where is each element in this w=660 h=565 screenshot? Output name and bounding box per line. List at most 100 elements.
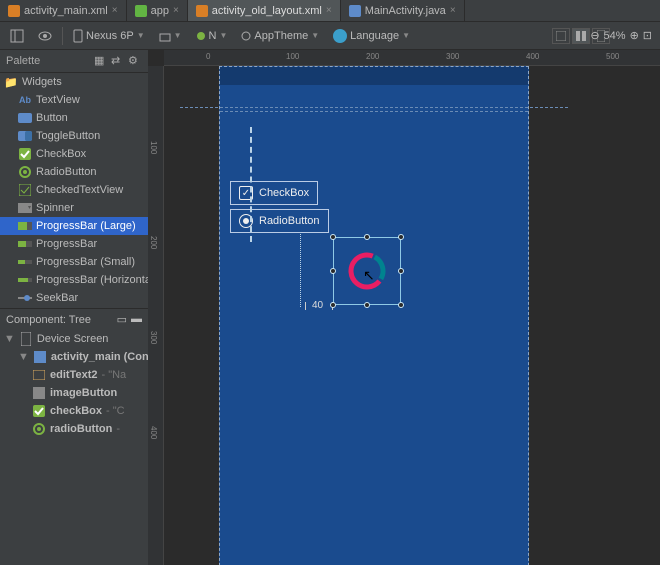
comp-child[interactable]: editText2 - "Na <box>0 366 148 384</box>
ruler-horizontal: 0100200300400500600 <box>164 50 660 66</box>
comp-layout[interactable]: ▼ activity_main (Con <box>0 348 148 366</box>
component-tree-header: Component: Tree ▭ ▬ <box>0 308 148 330</box>
sidebar: Palette ▦ ⇄ ⚙ 📁WidgetsAbTextView Button To… <box>0 50 148 565</box>
design-toolbar: Nexus 6P▼ ▼ N▼ AppTheme▼ Language▼ ⊖ 54%… <box>0 22 660 50</box>
view-mode-icon[interactable]: ▦ <box>94 54 108 68</box>
widget-icon <box>18 183 32 197</box>
eye-icon[interactable] <box>34 26 56 46</box>
widget-icon <box>18 165 32 179</box>
layout-mode-2[interactable] <box>572 28 590 44</box>
zoom-in-icon[interactable]: ⊕ <box>630 29 639 42</box>
close-icon[interactable]: × <box>173 5 179 16</box>
palette-toggle[interactable] <box>6 26 28 46</box>
guide-vertical <box>250 127 252 242</box>
device-frame: ✓ CheckBox RadioButton 40 <box>219 66 529 565</box>
filetype-icon <box>349 5 361 17</box>
widget-icon <box>18 147 32 161</box>
close-icon[interactable]: × <box>112 5 118 16</box>
widget-label: ProgressBar (Horizonta <box>36 274 148 286</box>
widget-item[interactable]: Button <box>0 109 148 127</box>
filetype-icon <box>8 5 20 17</box>
widget-item[interactable]: ToggleButton <box>0 127 148 145</box>
dimension-bracket: 40 <box>305 302 333 310</box>
widget-item[interactable]: CheckBox <box>0 145 148 163</box>
api-select[interactable]: N▼ <box>192 30 232 42</box>
ruler-vertical: 100200300400 <box>148 66 164 565</box>
widget-icon <box>18 237 32 251</box>
settings-icon[interactable]: ⇄ <box>111 54 125 68</box>
tab-label: activity_main.xml <box>24 5 108 17</box>
widget-item[interactable]: RadioButton <box>0 163 148 181</box>
editor-tabs: activity_main.xml×app×activity_old_layou… <box>0 0 660 22</box>
widget-label: ToggleButton <box>36 130 100 142</box>
checkbox-widget[interactable]: ✓ CheckBox <box>230 181 318 205</box>
progress-ring-icon <box>345 249 389 293</box>
zoom-fit-icon[interactable]: ⊡ <box>643 29 652 42</box>
widget-label: ProgressBar (Small) <box>36 256 135 268</box>
widget-icon <box>18 255 32 269</box>
component-icon <box>32 386 46 400</box>
filetype-icon <box>135 5 147 17</box>
widget-label: SeekBar <box>36 292 78 304</box>
globe-icon <box>333 29 347 43</box>
close-icon[interactable]: × <box>326 5 332 16</box>
widget-label: CheckedTextView <box>36 184 123 196</box>
widget-label: Spinner <box>36 202 74 214</box>
zoom-out-icon[interactable]: ⊖ <box>590 29 599 42</box>
widget-item[interactable]: ProgressBar <box>0 235 148 253</box>
component-icon <box>32 404 46 418</box>
comp-child[interactable]: checkBox - "C <box>0 402 148 420</box>
design-surface[interactable]: 0100200300400500600 100200300400 ✓ Check… <box>148 50 660 565</box>
progressbar-large-widget[interactable]: ↖ <box>333 237 401 305</box>
comp-child[interactable]: radioButton - <box>0 420 148 438</box>
widget-item[interactable]: SeekBar <box>0 289 148 307</box>
widget-icon <box>18 219 32 233</box>
comp-child[interactable]: imageButton <box>0 384 148 402</box>
widget-label: CheckBox <box>36 148 86 160</box>
widget-icon <box>18 201 32 215</box>
component-icon <box>32 368 46 382</box>
widget-item[interactable]: ProgressBar (Horizonta <box>0 271 148 289</box>
folder-icon: 📁 <box>4 75 18 89</box>
widget-item[interactable]: ProgressBar (Large) <box>0 217 148 235</box>
tab-label: activity_old_layout.xml <box>212 5 322 17</box>
palette-tree: 📁WidgetsAbTextView Button ToggleButton Chec… <box>0 73 148 308</box>
collapse-icon[interactable]: ▭ <box>117 313 127 326</box>
widget-label: Button <box>36 112 68 124</box>
device-select[interactable]: Nexus 6P▼ <box>69 29 149 43</box>
orientation-select[interactable]: ▼ <box>155 30 186 42</box>
editor-tab[interactable]: activity_main.xml × <box>0 0 127 21</box>
close-panel-icon[interactable]: ▬ <box>131 313 142 326</box>
component-tree: ▼ Device Screen▼ activity_main (ConeditT… <box>0 330 148 565</box>
theme-select[interactable]: AppTheme▼ <box>237 30 323 42</box>
zoom-level: 54% <box>604 30 626 42</box>
widget-icon <box>18 111 32 125</box>
dimension-label: 40 <box>312 300 323 311</box>
widget-label: ProgressBar <box>36 238 97 250</box>
radiobutton-widget[interactable]: RadioButton <box>230 209 329 233</box>
tab-label: MainActivity.java <box>365 5 446 17</box>
tab-label: app <box>151 5 169 17</box>
guide-dotted <box>300 232 301 307</box>
widget-item[interactable]: AbTextView <box>0 91 148 109</box>
checkbox-label: CheckBox <box>259 187 309 199</box>
editor-tab[interactable]: activity_old_layout.xml × <box>188 0 341 21</box>
close-icon[interactable]: × <box>450 5 456 16</box>
widgets-folder[interactable]: 📁Widgets <box>0 73 148 91</box>
editor-tab[interactable]: app × <box>127 0 188 21</box>
comp-root[interactable]: ▼ Device Screen <box>0 330 148 348</box>
gear-icon[interactable]: ⚙ <box>128 54 142 68</box>
widget-label: RadioButton <box>36 166 97 178</box>
editor-tab[interactable]: MainActivity.java × <box>341 0 465 21</box>
widget-icon <box>18 273 32 287</box>
layout-mode-1[interactable] <box>552 28 570 44</box>
filetype-icon <box>196 5 208 17</box>
widget-label: TextView <box>36 94 80 106</box>
widget-item[interactable]: CheckedTextView <box>0 181 148 199</box>
widget-icon <box>18 291 32 305</box>
widget-item[interactable]: ProgressBar (Small) <box>0 253 148 271</box>
palette-header: Palette ▦ ⇄ ⚙ <box>0 50 148 73</box>
language-select[interactable]: Language▼ <box>329 29 414 43</box>
widget-label: ProgressBar (Large) <box>36 220 136 232</box>
widget-item[interactable]: Spinner <box>0 199 148 217</box>
